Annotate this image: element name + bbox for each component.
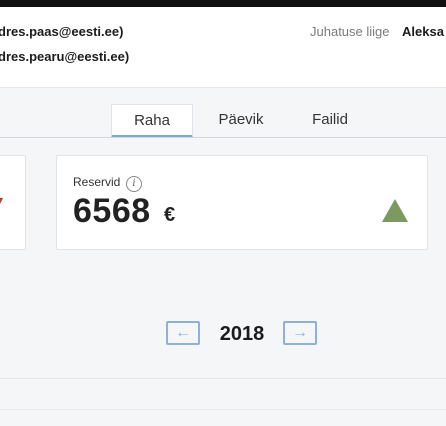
role-label: Juhatuse liige <box>310 24 390 39</box>
card-label: Reservid <box>73 175 121 189</box>
trend-up-icon <box>382 199 408 222</box>
tab-failid[interactable]: Failid <box>295 104 365 138</box>
reserves-card: Reservid i 6568 € <box>56 155 428 250</box>
next-year-button[interactable]: → <box>283 321 317 345</box>
person-name[interactable]: Aleksa <box>402 24 444 39</box>
year-label: 2018 <box>219 323 265 345</box>
card-value: 6568 <box>73 192 151 230</box>
section-divider <box>0 409 446 410</box>
info-icon[interactable]: i <box>126 176 142 192</box>
partial-card <box>0 155 26 250</box>
currency-unit: € <box>164 204 176 226</box>
top-dark-bar <box>0 0 446 7</box>
section-divider <box>0 378 446 379</box>
tab-paevik[interactable]: Päevik <box>203 104 279 138</box>
email-text: dres.pearu@eesti.ee) <box>0 49 130 64</box>
tab-underline <box>0 137 446 138</box>
email-text: dres.paas@eesti.ee) <box>0 24 124 39</box>
header: dres.paas@eesti.ee) dres.pearu@eesti.ee)… <box>0 7 446 88</box>
tab-raha[interactable]: Raha <box>111 104 193 138</box>
trend-down-icon <box>0 198 3 206</box>
prev-year-button[interactable]: ← <box>166 321 200 345</box>
